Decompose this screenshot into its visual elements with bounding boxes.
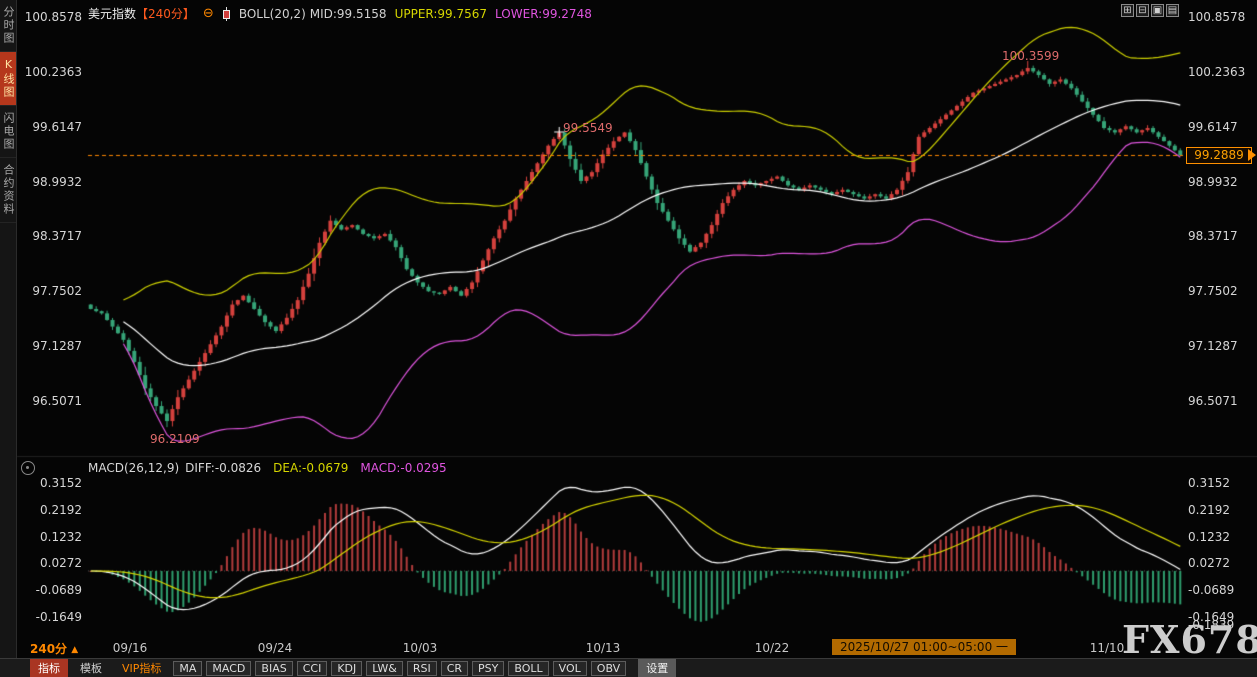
window-controls: ⊞ ⊟ ▣ ▤	[1121, 4, 1179, 17]
window-control-icon-0[interactable]: ⊞	[1121, 4, 1134, 17]
price-axis-right: 100.8578 100.2363 99.6147 98.9932 98.3717 97.…	[1188, 0, 1256, 677]
period-label-text: 240分	[30, 642, 68, 656]
toolbar-item-5[interactable]: BIAS	[255, 660, 293, 676]
price-axis-left: 100.8578 100.2363 99.6147 98.9932 98.3717 97.…	[16, 0, 84, 677]
price-pointer-icon	[1248, 149, 1256, 161]
toolbar-item-1[interactable]: 模板	[72, 659, 110, 677]
toolbar-item-9[interactable]: RSI	[406, 660, 437, 676]
x-axis-tick: 10/22	[754, 641, 790, 655]
period-dropdown-icon: ▲	[71, 645, 79, 655]
kline-chart-canvas[interactable]	[0, 0, 1257, 677]
window-control-icon-2[interactable]: ▣	[1151, 4, 1164, 17]
price-axis-label: 98.3717	[1188, 229, 1238, 243]
macd-value: MACD:-0.0295	[360, 461, 447, 475]
indicator-cycle-icon[interactable]	[21, 461, 35, 475]
price-axis-label: 97.7502	[1188, 284, 1238, 298]
window-control-icon-3[interactable]: ▤	[1166, 4, 1179, 17]
toolbar-item-2[interactable]: VIP指标	[114, 659, 169, 677]
x-axis-tick: 09/16	[112, 641, 148, 655]
sidebar-tab-2[interactable]: 闪电图	[0, 106, 16, 158]
x-axis-tick: 11/10	[1089, 641, 1125, 655]
symbol-period: 【240分】	[136, 7, 195, 21]
x-axis-tick: 10/03	[402, 641, 438, 655]
boll-label: BOLL(20,2)	[238, 6, 306, 21]
toolbar-item-12[interactable]: BOLL	[508, 660, 549, 676]
toolbar-item-8[interactable]: LW&	[366, 660, 403, 676]
sidebar-tab-3[interactable]: 合约资料	[0, 158, 16, 223]
macd-axis-label: 0.3152	[1188, 476, 1230, 490]
chart-header: 美元指数 【240分】 ⊖ BOLL(20,2) MID:99.5158 UPPE…	[88, 5, 592, 22]
price-axis-label: 100.2363	[24, 65, 82, 79]
last-price-tag: 99.2889	[1186, 147, 1252, 164]
price-axis-label: 97.1287	[1188, 339, 1238, 353]
symbol-name: 美元指数	[88, 7, 137, 21]
toolbar-item-15[interactable]: 设置	[638, 659, 677, 677]
toolbar-item-6[interactable]: CCI	[296, 660, 328, 676]
macd-axis-label: 0.3152	[40, 476, 82, 490]
toolbar-item-7[interactable]: KDJ	[331, 660, 363, 676]
price-axis-label: 100.8578	[24, 10, 82, 24]
period-selector[interactable]: 240分 ▲	[30, 640, 78, 657]
macd-axis-label: 0.2192	[40, 503, 82, 517]
toolbar-item-3[interactable]: MA	[173, 660, 203, 676]
toolbar-item-13[interactable]: VOL	[552, 660, 587, 676]
macd-axis-label: 0.0272	[1188, 556, 1230, 570]
crosshair-date-label: 2025/10/27 01:00~05:00 一	[832, 639, 1017, 655]
macd-axis-label: 0.2192	[1188, 503, 1230, 517]
toolbar-item-10[interactable]: CR	[440, 660, 469, 676]
macd-diff-value: DIFF:-0.0826	[185, 461, 262, 475]
price-axis-label: 97.7502	[32, 284, 82, 298]
price-axis-label: 96.5071	[1188, 394, 1238, 408]
macd-axis-label: -0.1839	[1188, 618, 1235, 632]
macd-axis-label: 0.0272	[40, 556, 82, 570]
sidebar-tab-0[interactable]: 分时图	[0, 0, 16, 52]
annotation-high: 100.3599	[1002, 49, 1060, 63]
collapse-icon[interactable]: ⊖	[203, 6, 214, 21]
macd-axis-label: -0.1649	[35, 610, 82, 624]
annotation-low: 96.2109	[150, 432, 200, 446]
macd-params-label: MACD(26,12,9)	[88, 461, 180, 475]
toolbar-item-14[interactable]: OBV	[590, 660, 627, 676]
toolbar-item-11[interactable]: PSY	[472, 660, 505, 676]
price-axis-label: 99.6147	[32, 120, 82, 134]
price-axis-label: 98.9932	[32, 175, 82, 189]
sidebar-tab-1[interactable]: K线图	[0, 52, 16, 106]
macd-dea-value: DEA:-0.0679	[273, 461, 349, 475]
price-axis-label: 98.9932	[1188, 175, 1238, 189]
price-axis-label: 96.5071	[32, 394, 82, 408]
macd-axis-label: -0.0689	[1188, 583, 1235, 597]
macd-axis-label: 0.1232	[1188, 530, 1230, 544]
window-control-icon-1[interactable]: ⊟	[1136, 4, 1149, 17]
macd-header: MACD(26,12,9) DIFF:-0.0826 DEA:-0.0679 M…	[88, 461, 447, 475]
annotation-prev-high: 99.5549	[563, 121, 613, 135]
sidebar: 分时图 K线图 闪电图 合约资料	[0, 0, 17, 658]
macd-axis-label: -0.0689	[35, 583, 82, 597]
price-axis-label: 98.3717	[32, 229, 82, 243]
kline-icon	[222, 6, 231, 21]
bottom-toolbar: 指标 模板 VIP指标 MA MACD BIAS CCI KDJ LW& RSI CR PSY BOLL…	[0, 658, 1257, 677]
macd-axis-label: 0.1232	[40, 530, 82, 544]
price-axis-label: 97.1287	[32, 339, 82, 353]
price-axis-label: 99.6147	[1188, 120, 1238, 134]
boll-upper-value: UPPER:99.7567	[394, 6, 488, 21]
toolbar-item-4[interactable]: MACD	[206, 660, 252, 676]
boll-lower-value: LOWER:99.2748	[495, 6, 592, 21]
price-axis-label: 100.8578	[1188, 10, 1246, 24]
price-axis-label: 100.2363	[1188, 65, 1246, 79]
toolbar-item-0[interactable]: 指标	[30, 659, 68, 677]
boll-mid-value: MID:99.5158	[309, 6, 387, 21]
x-axis-tick: 10/13	[585, 641, 621, 655]
kline-chart-app: 分时图 K线图 闪电图 合约资料 美元指数 【240分】 ⊖ BOLL(20,2) MI…	[0, 0, 1257, 677]
x-axis-tick: 09/24	[257, 641, 293, 655]
